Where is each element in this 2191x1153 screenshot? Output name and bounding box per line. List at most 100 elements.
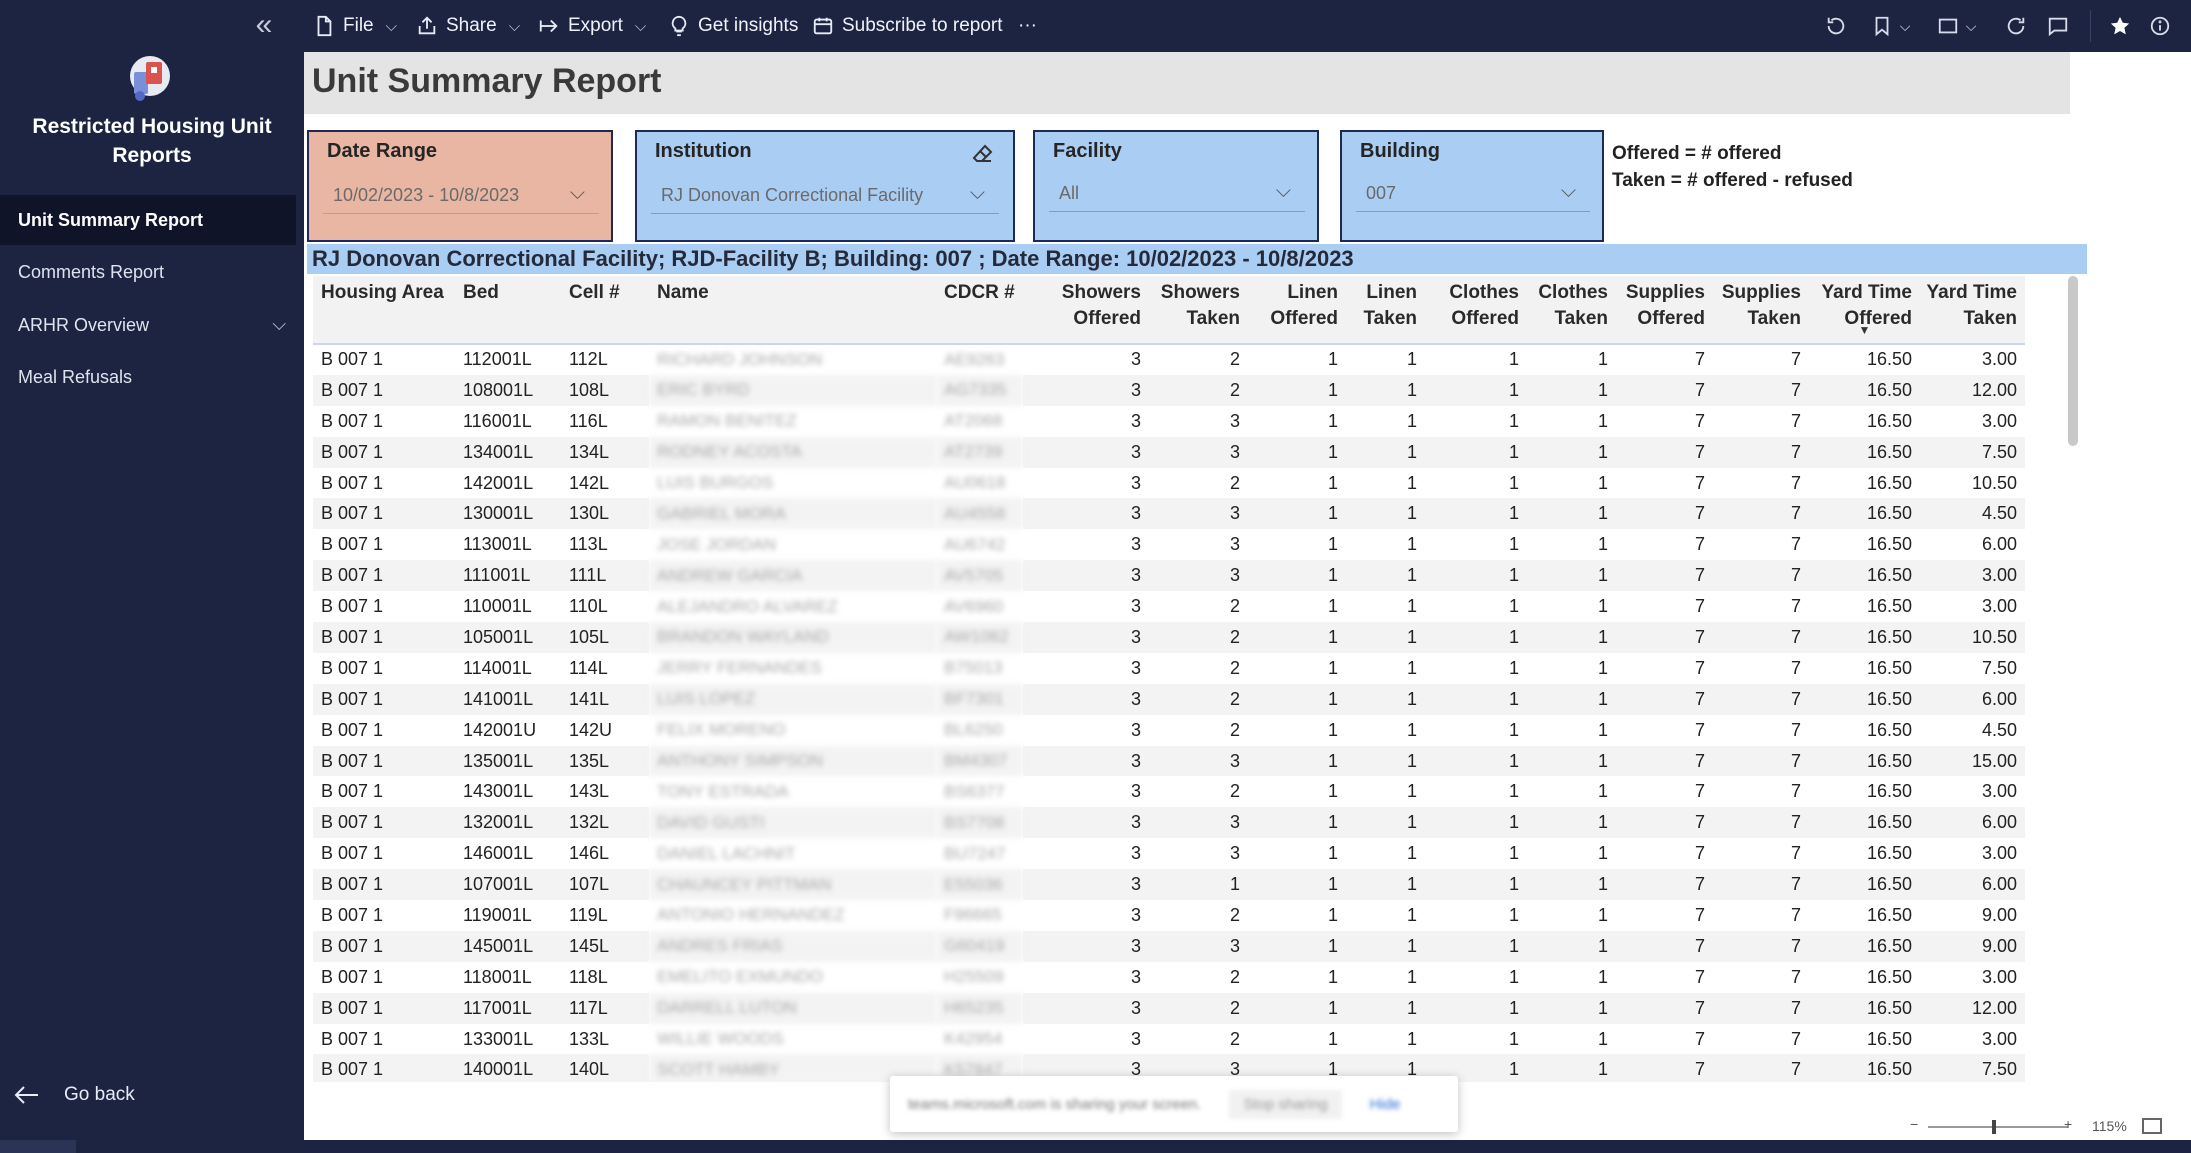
- table-row[interactable]: B 007 1 105001L 105L BRANDON WAYLAND AW1082 3…: [313, 622, 2025, 653]
- table-row[interactable]: B 007 1 132001L 132L DAVID GUSTI BS7708 3 3 1 1 1…: [313, 807, 2025, 839]
- eraser-icon[interactable]: [971, 142, 995, 166]
- zoom-out-button[interactable]: −: [1910, 1116, 1918, 1132]
- table-cell: 1: [1508, 349, 1519, 370]
- table-cell: AU4558: [936, 498, 1023, 530]
- table-row[interactable]: B 007 1 119001L 119L ANTONIO HERNANDEZ F9666…: [313, 900, 2025, 931]
- table-row[interactable]: B 007 1 110001L 110L ALEJANDRO ALVAREZ AV696…: [313, 591, 2025, 622]
- table-row[interactable]: B 007 1 135001L 135L ANTHONY SIMPSON BM4307 3…: [313, 745, 2025, 777]
- zoom-in-button[interactable]: +: [2064, 1116, 2072, 1132]
- report-title-bar: Unit Summary Report: [304, 52, 2070, 114]
- table-cell: 1: [1327, 596, 1338, 617]
- table-row[interactable]: B 007 1 142001U 142U FELIX MORENO BL6250 3 2 1 1…: [313, 715, 2025, 746]
- table-row[interactable]: B 007 1 117001L 117L DARRELL LUTON H65235 3 2 1…: [313, 992, 2025, 1024]
- star-icon[interactable]: [2106, 12, 2134, 40]
- column-header[interactable]: Clothes Taken: [1527, 276, 1616, 345]
- table-cell: 3: [1149, 930, 1248, 962]
- unit-summary-table[interactable]: Housing Area Bed Cell # Name CDCR # Show…: [313, 276, 2025, 1082]
- table-cell: K42954: [944, 1029, 1003, 1049]
- column-header-sorted[interactable]: Yard Time Offered ▼: [1809, 276, 1920, 345]
- facility-dropdown[interactable]: All ⌵: [1049, 176, 1305, 212]
- stop-sharing-button[interactable]: Stop sharing: [1229, 1089, 1342, 1119]
- table-row[interactable]: B 007 1 130001L 130L GABRIEL MORA AU4558 3 3 1 1…: [313, 498, 2025, 530]
- table-cell: 1: [1149, 869, 1248, 901]
- table-row[interactable]: B 007 1 134001L 134L RODNEY ACOSTA AT2739 3 3 1…: [313, 436, 2025, 468]
- column-header[interactable]: Showers Offered: [1023, 276, 1149, 345]
- date-range-dropdown[interactable]: 10/02/2023 - 10/8/2023 ⌵: [323, 178, 599, 214]
- column-header[interactable]: Supplies Offered: [1616, 276, 1713, 345]
- bookmark-icon[interactable]: [1868, 12, 1896, 40]
- table-row[interactable]: B 007 1 114001L 114L JERRY FERNANDES B75013 3…: [313, 653, 2025, 684]
- table-row[interactable]: B 007 1 133001L 133L WILLIE WOODS K42954 3 2 1 1…: [313, 1024, 2025, 1055]
- toast-text: teams.microsoft.com is sharing your scre…: [908, 1095, 1202, 1113]
- chevron-down-icon[interactable]: ⌵: [1962, 12, 1980, 40]
- column-header[interactable]: Showers Taken: [1149, 276, 1248, 345]
- table-header-row: Housing Area Bed Cell # Name CDCR # Show…: [313, 276, 2025, 345]
- lightbulb-icon: [671, 15, 687, 37]
- table-cell: 7: [1616, 807, 1713, 839]
- column-header[interactable]: Cell #: [561, 276, 649, 345]
- chevron-down-icon: ⌵: [385, 17, 397, 35]
- table-cell: 7: [1694, 966, 1705, 987]
- column-header[interactable]: CDCR #: [936, 276, 1023, 345]
- table-row[interactable]: B 007 1 111001L 111L ANDREW GARCIA AV5705 3 3 1…: [313, 560, 2025, 592]
- export-menu-button[interactable]: Export ⌵: [538, 12, 646, 40]
- table-cell: 118001L: [463, 966, 532, 987]
- table-row[interactable]: B 007 1 112001L 112L RICHARD JOHNSON AE9263 3…: [313, 344, 2025, 375]
- sidebar-item-comments-report[interactable]: Comments Report: [0, 247, 296, 297]
- table-cell: 1: [1597, 843, 1608, 864]
- chevron-down-icon[interactable]: ⌵: [272, 314, 286, 335]
- table-cell: RICHARD JOHNSON: [657, 349, 823, 369]
- view-icon[interactable]: [1934, 12, 1962, 40]
- hide-toast-link[interactable]: Hide: [1370, 1096, 1401, 1113]
- table-cell: 1: [1406, 657, 1417, 678]
- column-header[interactable]: Name: [649, 276, 936, 345]
- subscribe-button[interactable]: Subscribe to report: [812, 12, 1003, 40]
- fit-to-page-icon[interactable]: [2142, 1118, 2162, 1134]
- table-cell: BL6250: [944, 720, 1003, 740]
- table-row[interactable]: B 007 1 141001L 141L LUIS LOPEZ BF7301 3 2 1 1 1 1…: [313, 683, 2025, 715]
- table-row[interactable]: B 007 1 107001L 107L CHAUNCEY PITTMAN E55036…: [313, 869, 2025, 901]
- file-menu-button[interactable]: File ⌵: [313, 12, 397, 40]
- column-header[interactable]: Housing Area: [313, 276, 455, 345]
- institution-title: Institution: [655, 140, 752, 162]
- more-options-button[interactable]: ···: [1018, 12, 1037, 40]
- table-row[interactable]: B 007 1 113001L 113L JOSE JORDAN AU6742 3 3 1 1 1…: [313, 529, 2025, 560]
- table-row[interactable]: B 007 1 142001L 142L LUIS BURGOS AU0618 3 2 1 1 1…: [313, 468, 2025, 499]
- table-row[interactable]: B 007 1 118001L 118L EMELITO EXMUNDO H25509 3…: [313, 962, 2025, 993]
- table-cell: 4.50: [1920, 498, 2025, 530]
- column-header[interactable]: Clothes Offered: [1425, 276, 1527, 345]
- get-insights-button[interactable]: Get insights: [668, 12, 798, 40]
- reset-icon[interactable]: [1822, 12, 1850, 40]
- go-back-button[interactable]: Go back: [14, 1084, 135, 1106]
- zoom-slider-track[interactable]: [1928, 1126, 2068, 1128]
- column-header[interactable]: Supplies Taken: [1713, 276, 1809, 345]
- column-header[interactable]: Linen Taken: [1346, 276, 1425, 345]
- table-row[interactable]: B 007 1 143001L 143L TONY ESTRADA BS6377 3 2 1 1…: [313, 776, 2025, 807]
- column-header[interactable]: Bed: [455, 276, 561, 345]
- building-dropdown[interactable]: 007 ⌵: [1356, 176, 1590, 212]
- table-cell: 7: [1616, 498, 1713, 530]
- sidebar-item-unit-summary-report[interactable]: Unit Summary Report: [0, 195, 296, 245]
- table-cell: 3.00: [1981, 843, 2017, 864]
- comment-icon[interactable]: [2044, 12, 2072, 40]
- institution-dropdown[interactable]: RJ Donovan Correctional Facility ⌵: [651, 178, 999, 214]
- sidebar-item-arhr-overview[interactable]: ARHR Overview ⌵: [0, 300, 296, 350]
- refresh-icon[interactable]: [2002, 12, 2030, 40]
- sidebar-item-meal-refusals[interactable]: Meal Refusals: [0, 352, 296, 402]
- table-row[interactable]: B 007 1 116001L 116L RAMON BENITEZ AT2068 3 3 1…: [313, 406, 2025, 437]
- share-menu-button[interactable]: Share ⌵: [416, 12, 520, 40]
- table-cell: 7: [1616, 560, 1713, 592]
- table-row[interactable]: B 007 1 108001L 108L ERIC BYRD AG7335 3 2 1 1 1 1 7…: [313, 374, 2025, 406]
- collapse-sidebar-icon[interactable]: «: [248, 10, 280, 42]
- table-row[interactable]: B 007 1 146001L 146L DANIEL LACHNIT BU7247 3 3…: [313, 838, 2025, 869]
- table-row[interactable]: B 007 1 145001L 145L ANDRES FRIAS G60419 3 3 1 1…: [313, 930, 2025, 962]
- column-header[interactable]: Linen Offered: [1248, 276, 1346, 345]
- info-icon[interactable]: [2146, 12, 2174, 40]
- table-cell: 1: [1527, 498, 1616, 530]
- table-cell: B 007 1: [313, 745, 455, 777]
- zoom-slider-thumb[interactable]: [1992, 1120, 1996, 1134]
- table-cell: 1: [1248, 498, 1346, 530]
- column-header[interactable]: Yard Time Taken: [1920, 276, 2025, 345]
- vertical-scrollbar[interactable]: [2068, 276, 2078, 446]
- chevron-down-icon[interactable]: ⌵: [1896, 12, 1914, 40]
